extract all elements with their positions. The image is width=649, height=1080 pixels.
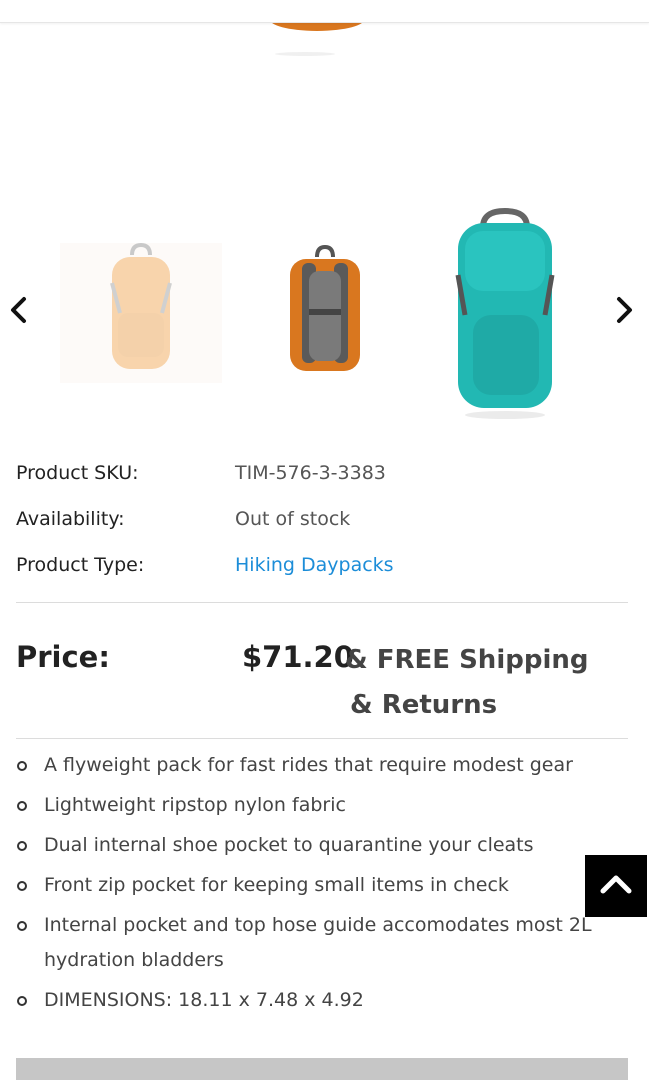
feature-item: Dual internal shoe pocket to quarantine … xyxy=(16,828,636,863)
bullet-icon xyxy=(17,841,27,851)
product-details: Product SKU: TIM-576-3-3383 Availability… xyxy=(16,456,628,594)
feature-list: A flyweight pack for fast rides that req… xyxy=(16,748,636,1023)
price-value: $71.20 xyxy=(242,640,354,674)
divider xyxy=(16,738,628,739)
product-type-link[interactable]: Hiking Daypacks xyxy=(235,554,394,576)
availability-row: Availability: Out of stock xyxy=(16,502,628,548)
returns-text: & Returns xyxy=(350,690,498,720)
product-type-label: Product Type: xyxy=(16,554,145,576)
feature-item: A flyweight pack for fast rides that req… xyxy=(16,748,636,783)
chevron-right-icon[interactable] xyxy=(611,295,637,325)
top-bar xyxy=(0,0,649,23)
back-to-top-button[interactable] xyxy=(585,855,647,917)
chevron-up-icon xyxy=(600,875,632,894)
add-to-cart-bar[interactable] xyxy=(16,1058,628,1080)
bullet-icon xyxy=(17,761,27,771)
feature-item: Internal pocket and top hose guide accom… xyxy=(16,908,636,978)
feature-item: Lightweight ripstop nylon fabric xyxy=(16,788,636,823)
thumbnail-backpack-front[interactable] xyxy=(60,243,222,383)
feature-item: DIMENSIONS: 18.11 x 7.48 x 4.92 xyxy=(16,983,636,1018)
bullet-icon xyxy=(17,921,27,931)
main-image-shadow xyxy=(275,52,335,56)
product-type-row: Product Type: Hiking Daypacks xyxy=(16,548,628,594)
divider xyxy=(16,602,628,603)
shipping-text: & FREE Shipping xyxy=(345,645,589,675)
availability-label: Availability: xyxy=(16,508,125,530)
bullet-icon xyxy=(17,996,27,1006)
price-label: Price: xyxy=(16,640,110,674)
thumbnail-backpack-back[interactable] xyxy=(265,243,385,383)
availability-value: Out of stock xyxy=(235,508,351,530)
sku-value: TIM-576-3-3383 xyxy=(235,462,386,484)
bullet-icon xyxy=(17,881,27,891)
sku-label: Product SKU: xyxy=(16,462,139,484)
thumbnail-backpack-teal[interactable] xyxy=(425,205,585,420)
sku-row: Product SKU: TIM-576-3-3383 xyxy=(16,456,628,502)
feature-item: Front zip pocket for keeping small items… xyxy=(16,868,636,903)
image-gallery xyxy=(0,195,649,425)
chevron-left-icon[interactable] xyxy=(6,295,32,325)
bullet-icon xyxy=(17,801,27,811)
